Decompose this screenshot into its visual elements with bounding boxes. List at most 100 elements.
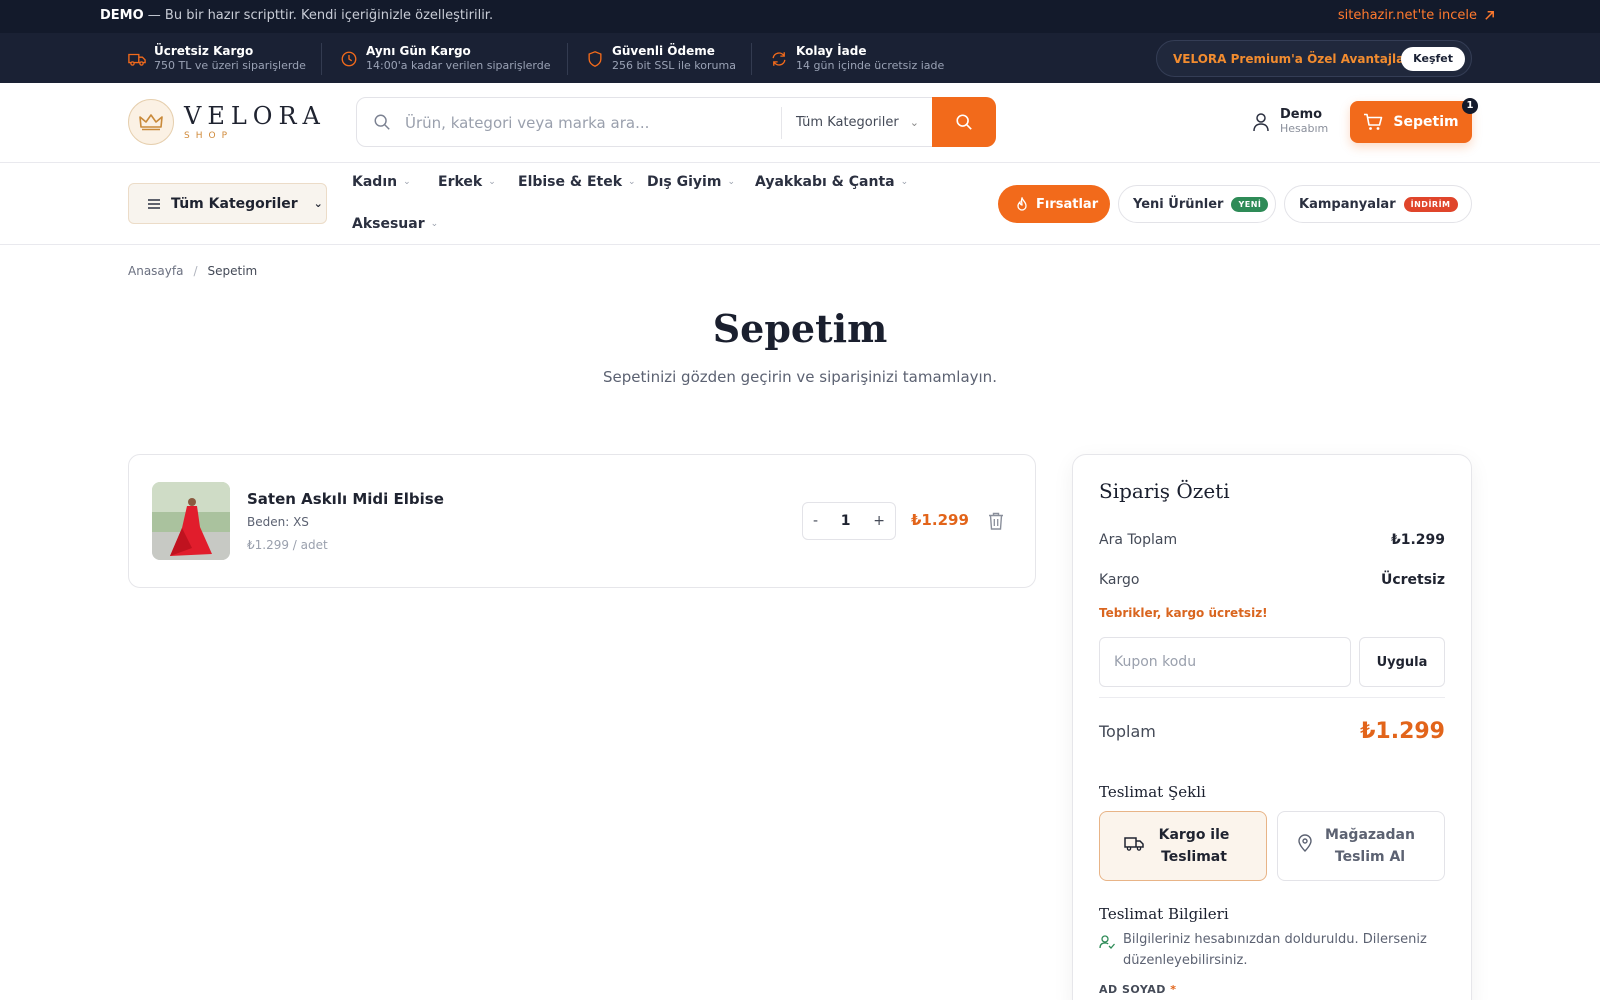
product-image[interactable]	[152, 482, 230, 560]
chevron-down-icon: ⌄	[403, 177, 411, 187]
demo-notice: DEMO — Bu bir hazır scripttir. Kendi içe…	[100, 8, 493, 23]
campaigns-button[interactable]: Kampanyalar İNDİRİM	[1284, 185, 1472, 223]
trash-icon[interactable]	[987, 511, 1005, 531]
delivery-info-text: Bilgileriniz hesabınızdan dolduruldu. Di…	[1123, 932, 1427, 968]
total-value: ₺1.299	[1360, 719, 1445, 744]
account-link[interactable]: Demo Hesabım	[1252, 107, 1328, 136]
feature-free-shipping: Ücretsiz Kargo 750 TL ve üzeri siparişler…	[128, 44, 306, 73]
feature-same-day: Aynı Gün Kargo 14:00'a kadar verilen sipa…	[340, 44, 551, 73]
nav-item-kadin[interactable]: Kadın ⌄	[352, 174, 411, 190]
user-icon	[1253, 112, 1269, 131]
cart-icon	[1364, 113, 1383, 130]
nav-item-label: Aksesuar	[352, 216, 425, 232]
free-shipping-note: Tebrikler, kargo ücretsiz!	[1099, 606, 1268, 620]
demo-text: — Bu bir hazır scripttir. Kendi içeriğin…	[143, 8, 494, 23]
delivery-option-label: Kargo ile Teslimat	[1158, 827, 1230, 865]
search-bar: Tüm Kategoriler ⌄	[356, 97, 996, 147]
chevron-down-icon: ⌄	[313, 197, 323, 210]
shipping-label: Kargo	[1099, 572, 1140, 588]
increase-button[interactable]: +	[873, 513, 885, 529]
feature-secure-payment: Güvenli Ödeme 256 bit SSL ile koruma	[586, 44, 736, 73]
nav-item-label: Elbise & Etek	[518, 174, 623, 190]
demo-badge: DEMO	[100, 8, 144, 23]
nav-item-elbise-etek[interactable]: Elbise & Etek ⌄	[518, 174, 636, 190]
nav-item-aksesuar[interactable]: Aksesuar ⌄	[352, 216, 438, 232]
coupon-input[interactable]	[1099, 637, 1351, 687]
map-pin-icon	[1298, 834, 1312, 852]
feature-bar: Ücretsiz Kargo 750 TL ve üzeri siparişler…	[0, 33, 1600, 83]
decrease-button[interactable]: -	[813, 513, 818, 529]
required-mark: *	[1170, 983, 1177, 996]
name-field-label: AD SOYAD *	[1099, 983, 1177, 996]
quantity-stepper: - 1 +	[802, 502, 896, 540]
chevron-down-icon: ⌄	[909, 116, 919, 129]
breadcrumb: Anasayfa / Sepetim	[128, 264, 257, 278]
name-label-text: AD SOYAD	[1099, 983, 1166, 996]
feature-title: Güvenli Ödeme	[612, 44, 715, 58]
delivery-title: Teslimat Şekli	[1099, 783, 1206, 801]
category-select-value: Tüm Kategoriler	[796, 115, 899, 130]
all-categories-label: Tüm Kategoriler	[171, 195, 298, 212]
item-total: ₺1.299	[911, 511, 969, 529]
cart-label: Sepetim	[1393, 114, 1459, 130]
order-summary: Sipariş Özeti Ara Toplam ₺1.299 Kargo Üc…	[1072, 454, 1472, 1000]
account-name: Demo	[1280, 107, 1323, 122]
feature-subtitle: 14:00'a kadar verilen siparişlerde	[366, 59, 551, 72]
user-check-icon	[1099, 935, 1115, 949]
delivery-info-title: Teslimat Bilgileri	[1099, 905, 1229, 923]
delivery-option-store-pickup[interactable]: Mağazadan Teslim Al	[1277, 811, 1445, 881]
new-products-label: Yeni Ürünler	[1133, 196, 1224, 212]
campaigns-label: Kampanyalar	[1299, 196, 1396, 212]
new-tag: YENİ	[1231, 196, 1269, 212]
search-input[interactable]	[405, 110, 765, 136]
logo[interactable]: VELORA SHOP	[128, 99, 326, 145]
discover-button[interactable]: Keşfet	[1401, 47, 1465, 71]
search-icon	[374, 114, 390, 130]
product-unit-price: ₺1.299 / adet	[247, 538, 328, 552]
cart-button[interactable]: Sepetim	[1350, 101, 1472, 143]
arrow-up-right-icon	[1485, 11, 1494, 20]
quantity-value[interactable]: 1	[841, 513, 851, 529]
delivery-option-shipping[interactable]: Kargo ile Teslimat	[1099, 811, 1267, 881]
refresh-icon	[772, 52, 786, 66]
chevron-down-icon: ⌄	[628, 177, 636, 187]
subtotal-row: Ara Toplam ₺1.299	[1099, 532, 1445, 548]
feature-title: Ücretsiz Kargo	[154, 44, 254, 58]
feature-easy-return: Kolay İade 14 gün içinde ücretsiz iade	[770, 44, 944, 73]
new-products-button[interactable]: Yeni Ürünler YENİ	[1118, 185, 1276, 223]
cart-count-badge: 1	[1462, 98, 1478, 114]
breadcrumb-separator: /	[193, 264, 198, 278]
page-subtitle: Sepetinizi gözden geçirin ve siparişiniz…	[603, 368, 997, 386]
clock-icon	[341, 51, 357, 67]
nav-item-label: Ayakkabı & Çanta	[755, 174, 895, 190]
nav-item-erkek[interactable]: Erkek ⌄	[438, 174, 496, 190]
truck-icon	[128, 53, 146, 66]
search-button[interactable]	[932, 97, 996, 147]
summary-title: Sipariş Özeti	[1099, 479, 1230, 503]
premium-banner[interactable]: VELORA Premium'a Özel Avantajlar Keşfet	[1156, 40, 1472, 77]
chevron-down-icon: ⌄	[900, 177, 909, 187]
product-name[interactable]: Saten Askılı Midi Elbise	[247, 490, 444, 508]
search-icon	[956, 114, 972, 130]
feature-divider	[751, 43, 752, 75]
apply-coupon-button[interactable]: Uygula	[1359, 637, 1445, 687]
category-select[interactable]: Tüm Kategoriler ⌄	[781, 107, 929, 139]
logo-sub: SHOP	[184, 131, 233, 141]
all-categories-button[interactable]: Tüm Kategoriler ⌄	[128, 183, 327, 224]
feature-subtitle: 14 gün içinde ücretsiz iade	[796, 59, 945, 72]
nav-item-dis-giyim[interactable]: Dış Giyim ⌄	[647, 174, 735, 190]
nav-item-ayakkabi-canta[interactable]: Ayakkabı & Çanta ⌄	[755, 174, 908, 190]
shipping-row: Kargo Ücretsiz	[1099, 572, 1445, 588]
deals-button[interactable]: Fırsatlar	[998, 185, 1110, 223]
nav-item-label: Erkek	[438, 174, 483, 190]
demo-bar: DEMO — Bu bir hazır scripttir. Kendi içe…	[0, 0, 1600, 33]
product-size: Beden: XS	[247, 515, 309, 529]
delivery-option-label: Mağazadan Teslim Al	[1325, 827, 1415, 865]
demo-link[interactable]: sitehazir.net'te incele	[1338, 8, 1496, 23]
nav-item-label: Kadın	[352, 174, 398, 190]
subtotal-value: ₺1.299	[1390, 532, 1445, 548]
demo-link-label: sitehazir.net'te incele	[1337, 8, 1477, 23]
nav-item-label: Dış Giyim	[647, 174, 722, 190]
breadcrumb-home[interactable]: Anasayfa	[128, 264, 183, 278]
total-label: Toplam	[1099, 722, 1156, 741]
